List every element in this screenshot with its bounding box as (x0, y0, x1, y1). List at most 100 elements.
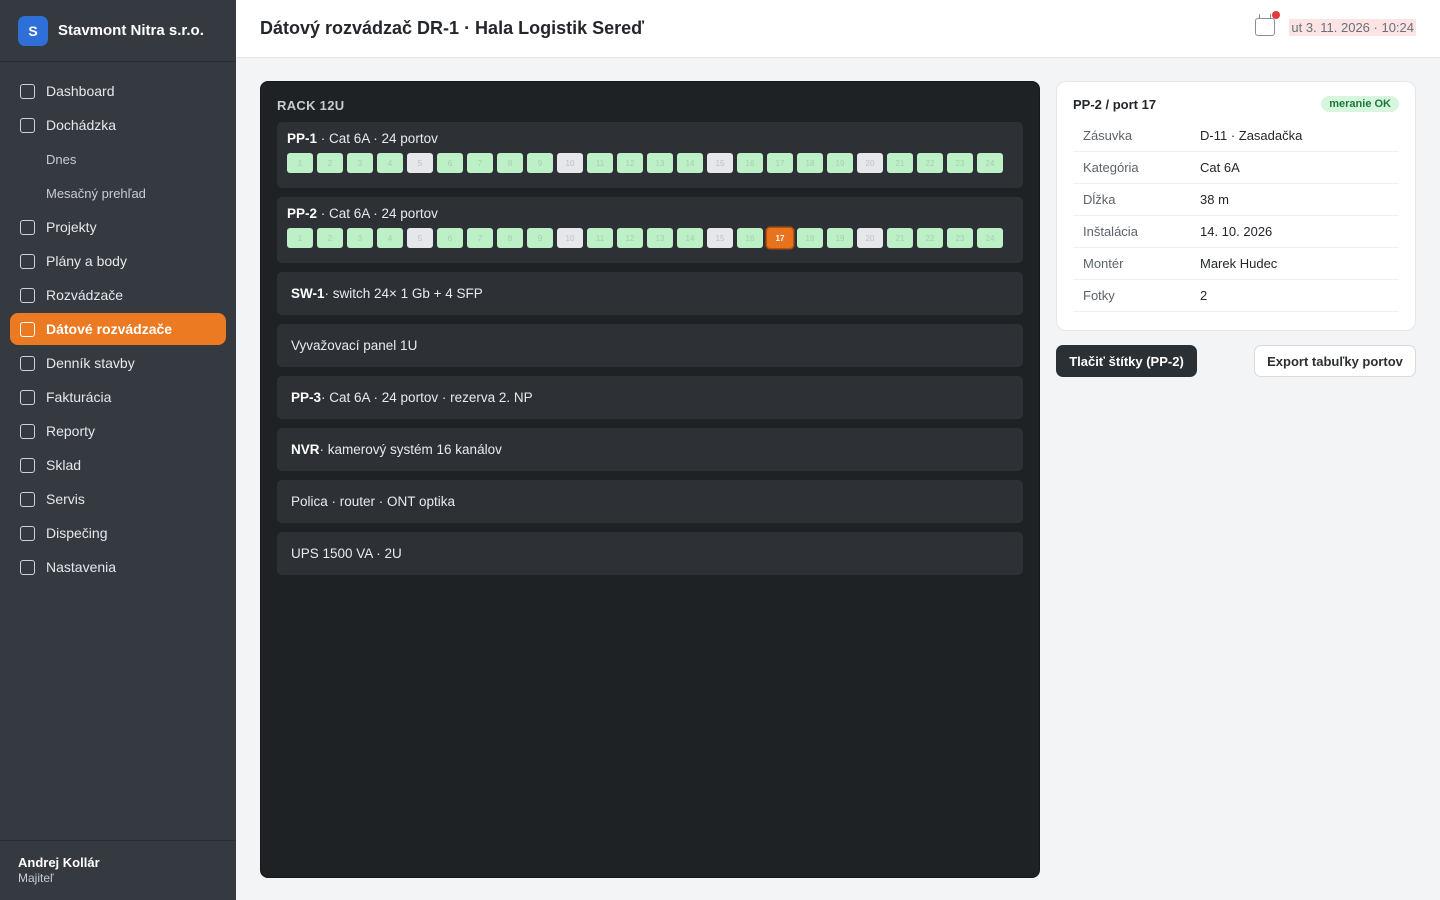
port-10[interactable]: 10 (557, 153, 583, 173)
port-11[interactable]: 11 (587, 228, 613, 248)
header-right: ut 3. 11. 2026 · 10:24 (1255, 11, 1416, 36)
checkbox-icon (20, 83, 35, 99)
port-16[interactable]: 16 (737, 228, 763, 248)
port-8[interactable]: 8 (497, 228, 523, 248)
checkbox-icon (20, 253, 35, 269)
patch-panel[interactable]: PP-2 · Cat 6A · 24 portov 1 2 3 4 5 6 7 8 9 10 11 12… (277, 197, 1023, 263)
detail-header: PP-2 / port 17 meranie OK (1073, 96, 1399, 112)
rack-unit[interactable]: PP-3 · Cat 6A · 24 portov · rezerva 2. N… (277, 376, 1023, 419)
port-24[interactable]: 24 (977, 228, 1003, 248)
patch-panel-desc: · Cat 6A · 24 portov (317, 131, 438, 146)
calendar-icon[interactable] (1255, 11, 1281, 36)
port-6[interactable]: 6 (437, 153, 463, 173)
print-labels-button[interactable]: Tlačiť štítky (PP-2) (1056, 345, 1197, 377)
sidebar-item-label: Denník stavby (46, 355, 135, 371)
rack-unit[interactable]: Polica · router · ONT optika (277, 480, 1023, 523)
port-12[interactable]: 12 (617, 153, 643, 173)
port-1[interactable]: 1 (287, 153, 313, 173)
port-18[interactable]: 18 (797, 228, 823, 248)
port-17[interactable]: 17 (767, 228, 793, 248)
sidebar-item-label: Fakturácia (46, 389, 112, 405)
detail-value: 38 m (1200, 192, 1229, 207)
sidebar-item[interactable]: Sklad (10, 449, 226, 481)
port-4[interactable]: 4 (377, 228, 403, 248)
sidebar-item[interactable]: Fakturácia (10, 381, 226, 413)
port-16[interactable]: 16 (737, 153, 763, 173)
patch-panel-label: PP-1 · Cat 6A · 24 portov (287, 131, 1013, 146)
rack-unit-name: SW-1 (291, 286, 325, 301)
checkbox-icon (20, 287, 35, 303)
checkbox-icon (20, 457, 35, 473)
port-7[interactable]: 7 (467, 228, 493, 248)
port-5[interactable]: 5 (407, 228, 433, 248)
port-20[interactable]: 20 (857, 228, 883, 248)
current-datetime: ut 3. 11. 2026 · 10:24 (1289, 18, 1416, 36)
patch-panel-label: PP-2 · Cat 6A · 24 portov (287, 206, 1013, 221)
port-22[interactable]: 22 (917, 153, 943, 173)
user-profile[interactable]: Andrej Kollár Majiteľ (0, 840, 236, 900)
port-5[interactable]: 5 (407, 153, 433, 173)
port-24[interactable]: 24 (977, 153, 1003, 173)
patch-panel-desc: · Cat 6A · 24 portov (317, 206, 438, 221)
rack-unit[interactable]: NVR · kamerový systém 16 kanálov (277, 428, 1023, 471)
sidebar-item[interactable]: Dátové rozvádzače (10, 313, 226, 345)
port-17[interactable]: 17 (767, 153, 793, 173)
port-2[interactable]: 2 (317, 228, 343, 248)
port-21[interactable]: 21 (887, 153, 913, 173)
sidebar-item[interactable]: Dispečing (10, 517, 226, 549)
port-2[interactable]: 2 (317, 153, 343, 173)
detail-key: Zásuvka (1083, 128, 1133, 143)
port-8[interactable]: 8 (497, 153, 523, 173)
sidebar-item[interactable]: Servis (10, 483, 226, 515)
port-22[interactable]: 22 (917, 228, 943, 248)
rack-unit[interactable]: SW-1 · switch 24× 1 Gb + 4 SFP (277, 272, 1023, 315)
sidebar-item[interactable]: Denník stavby (10, 347, 226, 379)
port-14[interactable]: 14 (677, 228, 703, 248)
port-18[interactable]: 18 (797, 153, 823, 173)
sidebar-item-label: Sklad (46, 457, 82, 473)
port-15[interactable]: 15 (707, 153, 733, 173)
port-7[interactable]: 7 (467, 153, 493, 173)
port-20[interactable]: 20 (857, 153, 883, 173)
rack-unit-name: NVR (291, 442, 320, 457)
patch-panel[interactable]: PP-1 · Cat 6A · 24 portov 1 2 3 4 5 6 7 8 9 10 11 12… (277, 122, 1023, 188)
sidebar-item[interactable]: Nastavenia (10, 551, 226, 583)
port-1[interactable]: 1 (287, 228, 313, 248)
sidebar-item[interactable]: Dochádzka (10, 109, 226, 141)
sidebar-item[interactable]: Mesačný prehľad (10, 177, 226, 209)
port-23[interactable]: 23 (947, 153, 973, 173)
detail-title: PP-2 / port 17 (1073, 96, 1157, 112)
sidebar-item[interactable]: Rozvádzače (10, 279, 226, 311)
checkbox-icon (20, 117, 35, 133)
port-9[interactable]: 9 (527, 153, 553, 173)
port-19[interactable]: 19 (827, 228, 853, 248)
port-9[interactable]: 9 (527, 228, 553, 248)
port-15[interactable]: 15 (707, 228, 733, 248)
sidebar-item[interactable]: Plány a body (10, 245, 226, 277)
port-14[interactable]: 14 (677, 153, 703, 173)
detail-key: Inštalácia (1083, 224, 1138, 239)
port-19[interactable]: 19 (827, 153, 853, 173)
port-12[interactable]: 12 (617, 228, 643, 248)
rack-unit[interactable]: UPS 1500 VA · 2U (277, 532, 1023, 575)
port-10[interactable]: 10 (557, 228, 583, 248)
rack-unit-desc: Vyvažovací panel 1U (291, 338, 418, 353)
port-4[interactable]: 4 (377, 153, 403, 173)
brand[interactable]: S Stavmont Nitra s.r.o. (0, 0, 236, 62)
port-23[interactable]: 23 (947, 228, 973, 248)
sidebar-item-label: Dispečing (46, 525, 108, 541)
sidebar-item[interactable]: Projekty (10, 211, 226, 243)
port-3[interactable]: 3 (347, 228, 373, 248)
sidebar-nav: Dashboard Dochádzka Dnes Mesačný prehľad Pro… (0, 62, 236, 583)
port-6[interactable]: 6 (437, 228, 463, 248)
port-13[interactable]: 13 (647, 153, 673, 173)
port-3[interactable]: 3 (347, 153, 373, 173)
rack-unit[interactable]: Vyvažovací panel 1U (277, 324, 1023, 367)
sidebar-item[interactable]: Reporty (10, 415, 226, 447)
port-11[interactable]: 11 (587, 153, 613, 173)
port-21[interactable]: 21 (887, 228, 913, 248)
export-ports-button[interactable]: Export tabuľky portov (1254, 345, 1416, 377)
sidebar-item[interactable]: Dnes (10, 143, 226, 175)
port-13[interactable]: 13 (647, 228, 673, 248)
sidebar-item[interactable]: Dashboard (10, 75, 226, 107)
